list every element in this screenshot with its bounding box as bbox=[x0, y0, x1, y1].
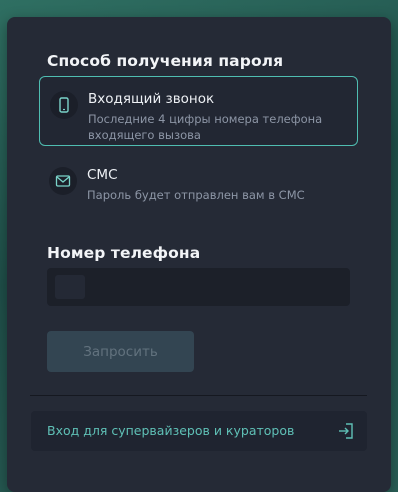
login-card: Способ получения пароля Входящий звонок … bbox=[7, 17, 391, 492]
option-title: Входящий звонок bbox=[88, 91, 215, 107]
envelope-icon bbox=[49, 167, 77, 195]
option-incoming-call[interactable]: Входящий звонок Последние 4 цифры номера… bbox=[39, 76, 358, 146]
login-icon bbox=[337, 422, 355, 440]
option-title: СМС bbox=[87, 167, 118, 183]
smartphone-icon bbox=[50, 91, 78, 119]
password-method-title: Способ получения пароля bbox=[47, 52, 284, 70]
option-sms[interactable]: СМС Пароль будет отправлен вам в СМС bbox=[39, 153, 358, 223]
country-flag-placeholder[interactable] bbox=[55, 275, 85, 299]
option-description: Пароль будет отправлен вам в СМС bbox=[87, 188, 305, 202]
phone-number-input[interactable] bbox=[47, 268, 350, 306]
divider bbox=[30, 395, 367, 396]
request-button[interactable]: Запросить bbox=[47, 331, 194, 372]
supervisor-login-label: Вход для супервайзеров и кураторов bbox=[47, 423, 295, 438]
option-description: Последние 4 цифры номера телефона входящ… bbox=[88, 112, 323, 142]
supervisor-login-button[interactable]: Вход для супервайзеров и кураторов bbox=[31, 411, 367, 451]
phone-number-title: Номер телефона bbox=[47, 244, 201, 262]
